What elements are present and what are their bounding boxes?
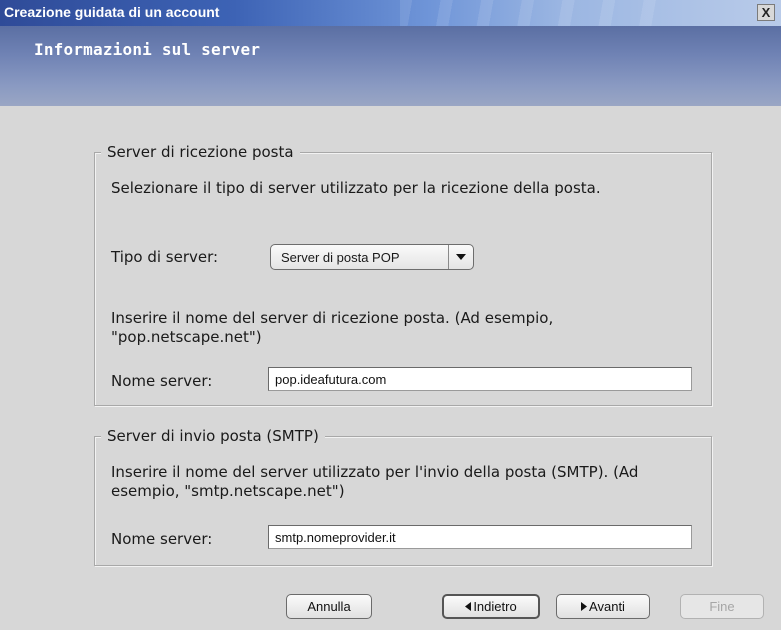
arrow-right-icon bbox=[581, 602, 588, 611]
incoming-server-name-input[interactable] bbox=[268, 367, 692, 391]
window-title: Creazione guidata di un account bbox=[4, 4, 220, 20]
close-button[interactable]: X bbox=[757, 4, 775, 21]
outgoing-hint: Inserire il nome del server utilizzato p… bbox=[111, 463, 639, 500]
page-title: Informazioni sul server bbox=[34, 40, 261, 59]
back-button[interactable]: Indietro bbox=[442, 594, 540, 619]
outgoing-server-legend: Server di invio posta (SMTP) bbox=[101, 427, 325, 445]
chevron-down-icon[interactable] bbox=[448, 245, 473, 269]
cancel-button[interactable]: Annulla bbox=[286, 594, 372, 619]
finish-button[interactable]: Fine bbox=[680, 594, 764, 619]
finish-button-label: Fine bbox=[709, 599, 735, 614]
server-type-value: Server di posta POP bbox=[281, 249, 400, 265]
incoming-server-legend: Server di ricezione posta bbox=[101, 143, 300, 161]
arrow-left-icon bbox=[465, 602, 472, 611]
cancel-button-label: Annulla bbox=[307, 599, 351, 614]
incoming-description: Selezionare il tipo di server utilizzato… bbox=[111, 179, 601, 197]
incoming-hint: Inserire il nome del server di ricezione… bbox=[111, 309, 554, 346]
back-button-label: Indietro bbox=[473, 599, 517, 614]
server-type-select[interactable]: Server di posta POP bbox=[270, 244, 474, 270]
server-type-label: Tipo di server: bbox=[111, 248, 219, 266]
next-button[interactable]: Avanti bbox=[556, 594, 650, 619]
next-button-label: Avanti bbox=[589, 599, 625, 614]
wizard-header: Informazioni sul server bbox=[0, 26, 781, 106]
incoming-server-name-label: Nome server: bbox=[111, 372, 213, 390]
outgoing-server-name-label: Nome server: bbox=[111, 530, 213, 548]
outgoing-server-name-input[interactable] bbox=[268, 525, 692, 549]
title-bar-decoration bbox=[400, 0, 660, 26]
title-bar: Creazione guidata di un account X bbox=[0, 0, 781, 26]
